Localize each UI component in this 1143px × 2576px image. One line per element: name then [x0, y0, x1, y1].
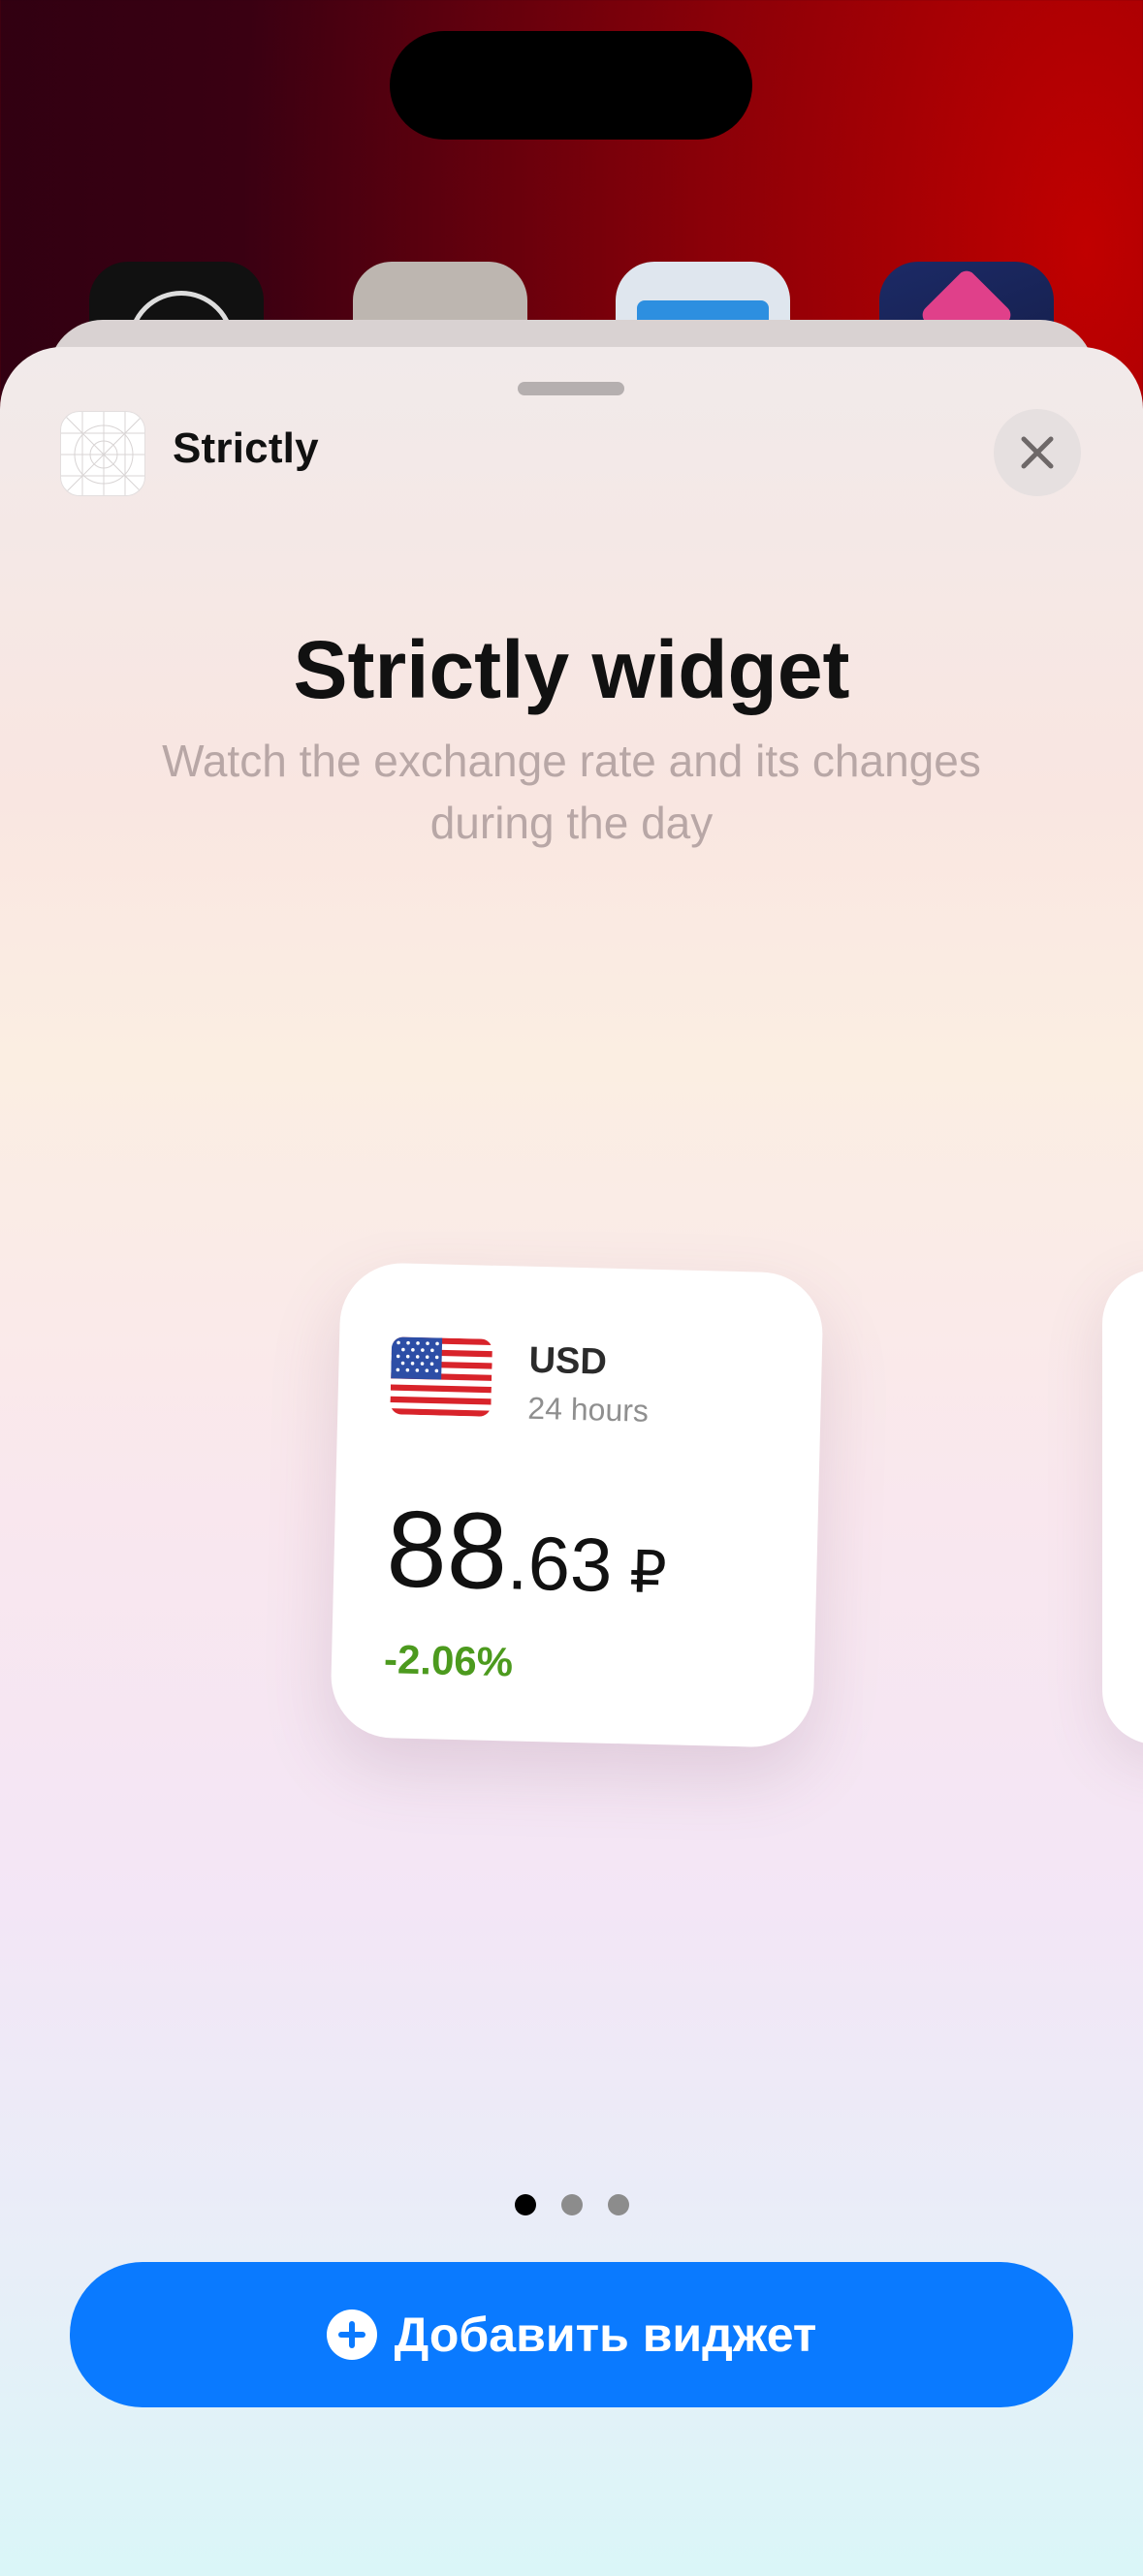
currency-period: 24 hours: [526, 1390, 650, 1429]
add-widget-button[interactable]: Добавить виджет: [70, 2262, 1073, 2407]
sheet-grabber[interactable]: [518, 382, 624, 395]
rate-integer: 88: [385, 1488, 509, 1613]
page-dot-3[interactable]: [607, 2194, 629, 2215]
page-dot-1[interactable]: [514, 2194, 536, 2215]
rate-change: -2.06%: [383, 1636, 514, 1685]
app-placeholder-icon: [60, 411, 145, 496]
plus-circle-icon: [326, 2309, 377, 2360]
widget-title: Strictly widget: [293, 624, 850, 715]
dynamic-island: [390, 31, 752, 140]
widget-preview-usd[interactable]: USD 24 hours 88.63 ₽ -2.06%: [330, 1261, 824, 1749]
rate-decimal: .63: [506, 1520, 614, 1608]
currency-code: USD: [528, 1339, 608, 1383]
widget-gallery-sheet: Strictly Strictly widget Watch the excha…: [0, 347, 1143, 2576]
exchange-rate: 88.63 ₽: [385, 1486, 668, 1618]
app-name: Strictly: [173, 424, 319, 472]
close-icon: [1021, 436, 1054, 469]
next-widget-preview[interactable]: [1102, 1270, 1143, 1744]
close-button[interactable]: [994, 409, 1081, 496]
us-flag-icon: [390, 1336, 493, 1417]
widget-description: Watch the exchange rate and its changes …: [162, 736, 981, 848]
currency-symbol: ₽: [628, 1539, 668, 1606]
page-dot-2[interactable]: [560, 2194, 583, 2215]
add-widget-label: Добавить виджет: [394, 2308, 817, 2362]
page-indicator[interactable]: [0, 2194, 1143, 2220]
